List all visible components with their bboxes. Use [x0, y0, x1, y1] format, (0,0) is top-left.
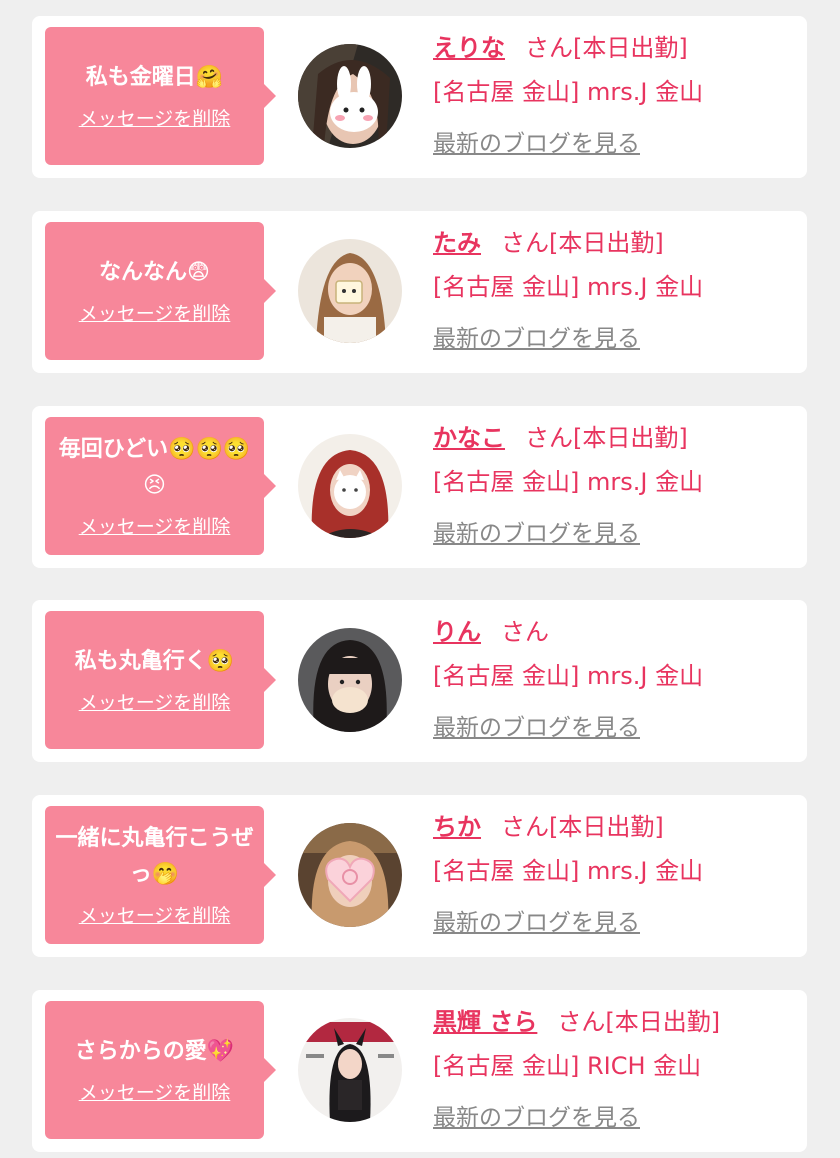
- message-bubble: 毎回ひどい🥺🥺🥺😣 メッセージを削除: [45, 417, 276, 555]
- magazine-cover-photo-icon[interactable]: [298, 1018, 402, 1122]
- latest-blog-link[interactable]: 最新のブログを見る: [433, 907, 640, 939]
- message-card: 私も金曜日🤗 メッセージを削除 えりな さん[本日出勤] [名古屋 金山] mr…: [32, 16, 807, 178]
- message-text: 私も金曜日🤗: [85, 65, 224, 90]
- girl-info: かなこ さん[本日出勤] [名古屋 金山] mrs.J 金山 最新のブログを見る: [433, 420, 797, 550]
- girl-photo-cube-sticker-icon[interactable]: [298, 239, 402, 343]
- shop-label: [名古屋 金山] mrs.J 金山: [433, 273, 704, 301]
- message-bubble: 私も丸亀行く🥺 メッセージを削除: [45, 611, 276, 749]
- message-text: さらからの愛💖: [74, 1039, 235, 1064]
- shop-label: [名古屋 金山] RICH 金山: [433, 1052, 702, 1080]
- latest-blog-link[interactable]: 最新のブログを見る: [433, 518, 640, 550]
- girl-photo-cat-sticker-icon[interactable]: [298, 434, 402, 538]
- girl-name-link[interactable]: たみ: [433, 229, 481, 257]
- girl-name-link[interactable]: かなこ: [433, 424, 505, 452]
- girl-name-link[interactable]: りん: [433, 618, 481, 646]
- message-bubble: なんなん😨 メッセージを削除: [45, 222, 276, 360]
- message-card: 毎回ひどい🥺🥺🥺😣 メッセージを削除 かなこ さん[本日出勤] [名古屋 金山]…: [32, 406, 807, 568]
- message-list: 私も金曜日🤗 メッセージを削除 えりな さん[本日出勤] [名古屋 金山] mr…: [0, 0, 840, 1158]
- shop-label: [名古屋 金山] mrs.J 金山: [433, 662, 704, 690]
- name-suffix: さん: [501, 618, 549, 646]
- message-card: なんなん😨 メッセージを削除 たみ さん[本日出勤] [名古屋 金山] mrs.J…: [32, 211, 807, 373]
- latest-blog-link[interactable]: 最新のブログを見る: [433, 1102, 640, 1134]
- name-line: 黒輝 さら さん[本日出勤]: [433, 1004, 797, 1040]
- name-line: りん さん: [433, 614, 797, 650]
- delete-message-link[interactable]: メッセージを削除: [79, 1080, 231, 1106]
- girl-name-link[interactable]: ちか: [433, 813, 481, 841]
- message-text: 一緒に丸亀行こうぜっ🤭: [55, 826, 254, 887]
- name-line: えりな さん[本日出勤]: [433, 30, 797, 66]
- girl-info: えりな さん[本日出勤] [名古屋 金山] mrs.J 金山 最新のブログを見る: [433, 30, 797, 160]
- delete-message-link[interactable]: メッセージを削除: [79, 690, 231, 716]
- latest-blog-link[interactable]: 最新のブログを見る: [433, 323, 640, 355]
- name-line: ちか さん[本日出勤]: [433, 809, 797, 845]
- name-suffix: さん[本日出勤]: [501, 229, 664, 257]
- girl-name-link[interactable]: 黒輝 さら: [433, 1008, 537, 1036]
- message-bubble: さらからの愛💖 メッセージを削除: [45, 1001, 276, 1139]
- girl-photo-rabbit-sticker-icon[interactable]: [298, 44, 402, 148]
- name-line: たみ さん[本日出勤]: [433, 225, 797, 261]
- latest-blog-link[interactable]: 最新のブログを見る: [433, 128, 640, 160]
- name-suffix: さん[本日出勤]: [557, 1008, 721, 1036]
- shop-label: [名古屋 金山] mrs.J 金山: [433, 468, 704, 496]
- name-suffix: さん[本日出勤]: [501, 813, 664, 841]
- shop-label: [名古屋 金山] mrs.J 金山: [433, 78, 704, 106]
- name-suffix: さん[本日出勤]: [525, 34, 688, 62]
- girl-name-link[interactable]: えりな: [433, 34, 505, 62]
- name-suffix: さん[本日出勤]: [525, 424, 688, 452]
- shop-label: [名古屋 金山] mrs.J 金山: [433, 857, 704, 885]
- girl-info: たみ さん[本日出勤] [名古屋 金山] mrs.J 金山 最新のブログを見る: [433, 225, 797, 355]
- girl-info: 黒輝 さら さん[本日出勤] [名古屋 金山] RICH 金山 最新のブログを見る: [433, 1004, 797, 1134]
- message-bubble: 一緒に丸亀行こうぜっ🤭 メッセージを削除: [45, 806, 276, 944]
- message-bubble: 私も金曜日🤗 メッセージを削除: [45, 27, 276, 165]
- delete-message-link[interactable]: メッセージを削除: [79, 301, 231, 327]
- latest-blog-link[interactable]: 最新のブログを見る: [433, 712, 640, 744]
- message-text: 毎回ひどい🥺🥺🥺😣: [58, 437, 251, 498]
- message-card: さらからの愛💖 メッセージを削除 黒輝 さら さん[本日出勤] [名古屋 金山] …: [32, 990, 807, 1152]
- name-line: かなこ さん[本日出勤]: [433, 420, 797, 456]
- delete-message-link[interactable]: メッセージを削除: [79, 903, 231, 929]
- girl-info: ちか さん[本日出勤] [名古屋 金山] mrs.J 金山 最新のブログを見る: [433, 809, 797, 939]
- message-text: なんなん😨: [99, 260, 210, 285]
- message-card: 私も丸亀行く🥺 メッセージを削除 りん さん [名古屋 金山] mrs.J 金山 …: [32, 600, 807, 762]
- delete-message-link[interactable]: メッセージを削除: [79, 514, 231, 540]
- delete-message-link[interactable]: メッセージを削除: [79, 106, 231, 132]
- girl-photo-mask-icon[interactable]: [298, 628, 402, 732]
- girl-info: りん さん [名古屋 金山] mrs.J 金山 最新のブログを見る: [433, 614, 797, 744]
- message-card: 一緒に丸亀行こうぜっ🤭 メッセージを削除 ちか さん[本日出勤] [名古屋 金山]…: [32, 795, 807, 957]
- message-text: 私も丸亀行く🥺: [74, 649, 235, 674]
- girl-photo-heart-sticker-icon[interactable]: [298, 823, 402, 927]
